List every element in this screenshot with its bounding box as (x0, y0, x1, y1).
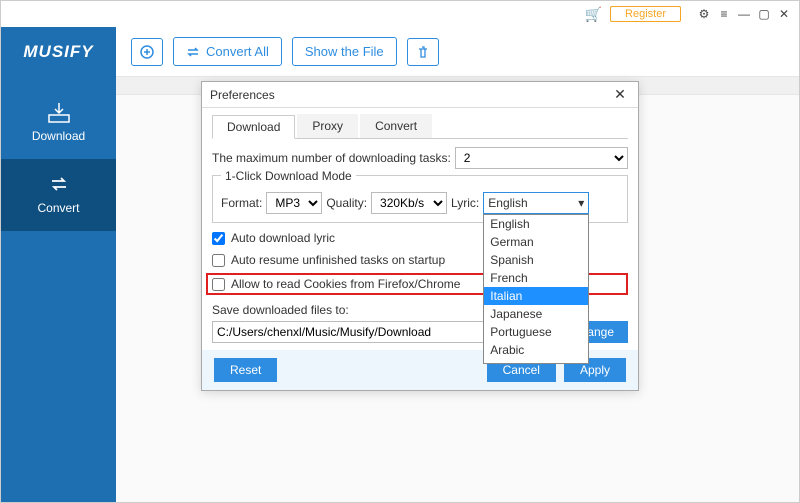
lyric-dropdown-list[interactable]: EnglishGermanSpanishFrenchItalianJapanes… (483, 214, 589, 364)
tab-convert[interactable]: Convert (360, 114, 432, 138)
dialog-close-icon[interactable]: ✕ (610, 86, 630, 103)
lyric-option[interactable]: Italian (484, 287, 588, 305)
sidebar-item-convert[interactable]: Convert (1, 159, 116, 231)
one-click-fieldset: 1-Click Download Mode Format: MP3 Qualit… (212, 175, 628, 223)
convert-all-label: Convert All (206, 44, 269, 59)
close-window-icon[interactable]: ✕ (777, 7, 791, 21)
show-file-button[interactable]: Show the File (292, 37, 397, 66)
sidebar-item-label: Convert (37, 201, 79, 215)
lyric-option[interactable]: Arabic (484, 341, 588, 359)
lyric-option[interactable]: French (484, 269, 588, 287)
lyric-option[interactable]: Japanese (484, 305, 588, 323)
cookies-label: Allow to read Cookies from Firefox/Chrom… (231, 277, 460, 291)
sidebar: MUSIFY Download Convert (1, 27, 116, 502)
one-click-legend: 1-Click Download Mode (221, 169, 356, 183)
auto-lyric-label: Auto download lyric (231, 231, 335, 245)
max-tasks-select[interactable]: 2 (455, 147, 628, 169)
plus-circle-icon (140, 45, 154, 59)
convert-all-button[interactable]: Convert All (173, 37, 282, 66)
convert-icon (186, 45, 200, 59)
lyric-option[interactable]: Portuguese (484, 323, 588, 341)
max-tasks-label: The maximum number of downloading tasks: (212, 151, 451, 165)
format-label: Format: (221, 196, 262, 210)
settings-gear-icon[interactable]: ⚙ (697, 7, 711, 21)
add-button[interactable] (131, 38, 163, 66)
download-icon (47, 101, 71, 123)
sidebar-item-label: Download (32, 129, 85, 143)
tab-proxy[interactable]: Proxy (297, 114, 358, 138)
quality-select[interactable]: 320Kb/s (371, 192, 447, 214)
delete-button[interactable] (407, 38, 439, 66)
quality-label: Quality: (326, 196, 367, 210)
cookies-checkbox[interactable] (212, 278, 225, 291)
app-brand: MUSIFY (23, 27, 93, 87)
lyric-option[interactable]: German (484, 233, 588, 251)
lyric-option[interactable]: Russian (484, 359, 588, 364)
convert-icon (47, 173, 71, 195)
dialog-title: Preferences (210, 88, 275, 102)
trash-icon (416, 45, 430, 59)
chevron-down-icon: ▾ (578, 196, 584, 210)
minimize-icon[interactable]: — (737, 7, 751, 21)
tab-download[interactable]: Download (212, 115, 295, 139)
hamburger-menu-icon[interactable]: ≡ (717, 7, 731, 21)
sidebar-item-download[interactable]: Download (1, 87, 116, 159)
lyric-option[interactable]: English (484, 215, 588, 233)
lyric-label: Lyric: (451, 196, 479, 210)
dialog-tabs: Download Proxy Convert (212, 114, 628, 139)
reset-button[interactable]: Reset (214, 358, 277, 382)
titlebar: 🛒 Register ⚙ ≡ — ▢ ✕ (1, 1, 799, 27)
maximize-icon[interactable]: ▢ (757, 7, 771, 21)
lyric-select[interactable]: English ▾ (483, 192, 589, 214)
dialog-titlebar: Preferences ✕ (202, 82, 638, 108)
lyric-option[interactable]: Spanish (484, 251, 588, 269)
register-button[interactable]: Register (610, 6, 681, 22)
save-path-input[interactable] (212, 321, 512, 343)
toolbar: Convert All Show the File (116, 27, 799, 77)
preferences-dialog: Preferences ✕ Download Proxy Convert The… (201, 81, 639, 391)
app-window: 🛒 Register ⚙ ≡ — ▢ ✕ MUSIFY Download Con… (0, 0, 800, 503)
auto-resume-checkbox[interactable] (212, 254, 225, 267)
cart-icon[interactable]: 🛒 (585, 6, 602, 23)
auto-resume-label: Auto resume unfinished tasks on startup (231, 253, 445, 267)
lyric-selected-value: English (488, 196, 527, 210)
format-select[interactable]: MP3 (266, 192, 322, 214)
auto-lyric-checkbox[interactable] (212, 232, 225, 245)
